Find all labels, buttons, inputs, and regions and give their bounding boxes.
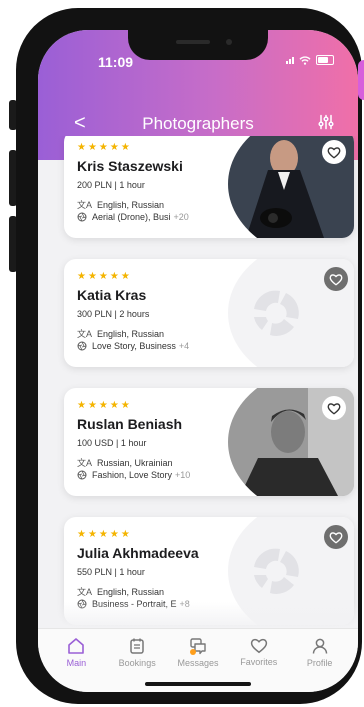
shutter-icon (77, 470, 87, 480)
shutter-icon (77, 212, 87, 222)
languages-row: 文A English, Russian (77, 585, 164, 598)
tab-label: Messages (177, 658, 219, 668)
photographer-name: Kris Staszewski (77, 158, 183, 174)
price-info: 300 PLN | 2 hours (77, 309, 150, 319)
photographer-name: Julia Akhmadeeva (77, 545, 199, 561)
status-icons (286, 55, 334, 65)
calendar-icon (130, 638, 144, 654)
favorite-button[interactable] (322, 396, 346, 420)
rating-stars: ★★★★★ (77, 400, 132, 411)
user-icon (312, 638, 327, 654)
heart-icon (329, 273, 343, 286)
tab-profile[interactable]: Profile (289, 629, 350, 692)
categories-row: Aerial (Drone), Busi +20 (77, 212, 189, 222)
rating-stars: ★★★★★ (77, 271, 132, 282)
phone-frame: 11:09 < Photographers ★★★★★ Kris Staszew… (16, 8, 362, 704)
heart-icon (250, 638, 267, 654)
languages-row: 文A Russian, Ukrainian (77, 456, 173, 469)
status-time: 11:09 (98, 54, 134, 70)
categories: Love Story, Business (92, 341, 176, 351)
home-indicator (145, 682, 251, 686)
page-title: Photographers (142, 114, 254, 133)
price-info: 100 USD | 1 hour (77, 438, 147, 448)
more-count: +10 (175, 470, 191, 480)
favorite-button[interactable] (324, 267, 348, 291)
notification-dot (189, 649, 196, 655)
categories-row: Love Story, Business +4 (77, 341, 189, 351)
photographer-card[interactable]: ★★★★★ Katia Kras 300 PLN | 2 hours 文A En… (64, 259, 354, 367)
tab-main[interactable]: Main (46, 629, 107, 692)
languages: English, Russian (97, 199, 165, 210)
heart-icon (329, 531, 343, 544)
categories-row: Fashion, Love Story +10 (77, 470, 190, 480)
photographer-card[interactable]: ★★★★★ Ruslan Beniash 100 USD | 1 hour 文A… (64, 388, 354, 496)
heart-icon (327, 146, 341, 159)
list-fade (38, 602, 358, 628)
wifi-icon (299, 55, 311, 65)
tab-label: Profile (306, 658, 333, 668)
home-icon (68, 638, 85, 654)
notch (128, 30, 268, 60)
languages: English, Russian (97, 586, 165, 597)
price-info: 550 PLN | 1 hour (77, 567, 145, 577)
tab-label: Bookings (118, 658, 156, 668)
photographer-name: Katia Kras (77, 287, 147, 303)
battery-icon (316, 55, 334, 65)
languages-row: 文A English, Russian (77, 327, 164, 340)
heart-icon (327, 402, 341, 415)
photographer-name: Ruslan Beniash (77, 416, 183, 432)
filter-icon[interactable] (318, 114, 334, 130)
more-count: +4 (178, 341, 190, 351)
languages-row: 文A English, Russian (77, 198, 164, 211)
languages: English, Russian (97, 328, 165, 339)
tab-label: Favorites (240, 657, 278, 667)
rating-stars: ★★★★★ (77, 142, 132, 153)
favorite-button[interactable] (324, 525, 348, 549)
price-info: 200 PLN | 1 hour (77, 180, 145, 190)
categories: Fashion, Love Story (92, 470, 173, 480)
categories: Aerial (Drone), Busi (92, 212, 171, 222)
translate-icon: 文A (77, 587, 93, 597)
app-screen: 11:09 < Photographers ★★★★★ Kris Staszew… (38, 30, 358, 692)
photographer-list[interactable]: ★★★★★ Kris Staszewski 200 PLN | 1 hour 文… (38, 136, 358, 628)
signal-icon (286, 56, 294, 64)
rating-stars: ★★★★★ (77, 529, 132, 540)
translate-icon: 文A (77, 458, 93, 468)
favorite-button[interactable] (322, 140, 346, 164)
more-count: +20 (173, 212, 189, 222)
decorative-edge (358, 60, 364, 100)
tab-label: Main (66, 658, 87, 668)
photographer-card[interactable]: ★★★★★ Kris Staszewski 200 PLN | 1 hour 文… (64, 136, 354, 238)
translate-icon: 文A (77, 200, 93, 210)
languages: Russian, Ukrainian (97, 457, 173, 468)
translate-icon: 文A (77, 329, 93, 339)
shutter-icon (77, 341, 87, 351)
